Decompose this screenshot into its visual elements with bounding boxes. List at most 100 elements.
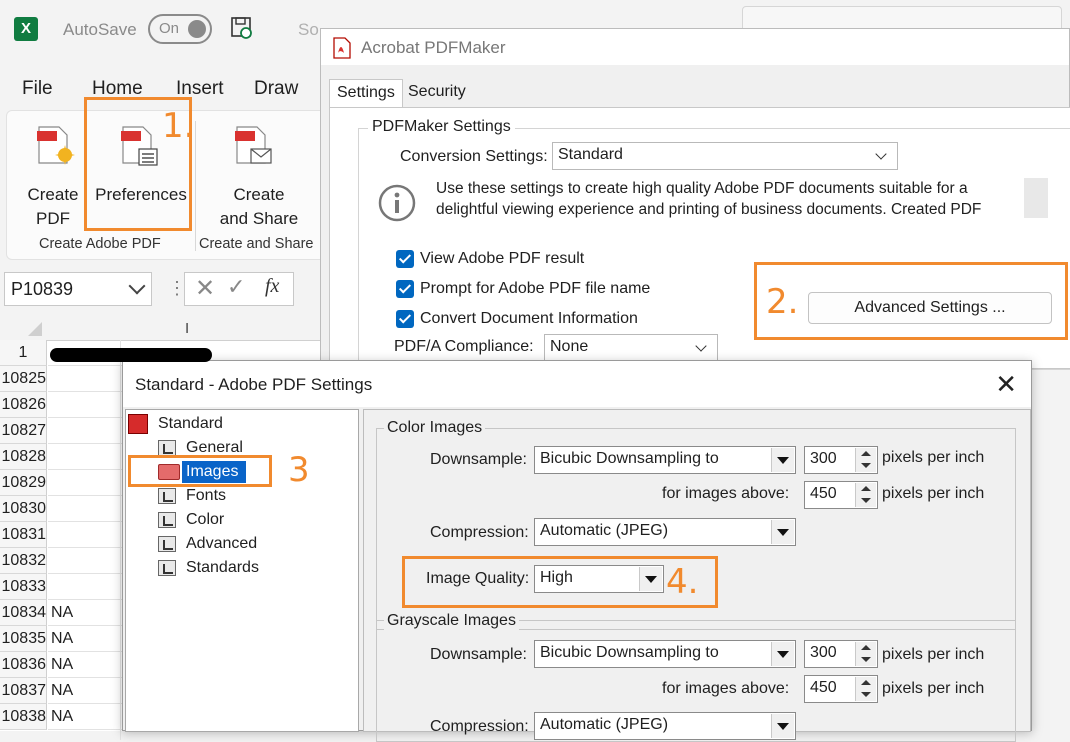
autosave-state: On <box>159 20 180 37</box>
row-header[interactable]: 10838 <box>0 704 47 730</box>
spin-down-icon[interactable] <box>855 689 876 701</box>
description-scrollbar[interactable] <box>1024 178 1048 218</box>
chevron-down-icon <box>695 340 707 352</box>
create-pdf-icon <box>37 126 75 165</box>
color-compression-select[interactable]: Automatic (JPEG) <box>534 518 796 546</box>
chevron-down-icon <box>875 148 887 160</box>
insert-function-icon[interactable]: fx <box>265 275 279 298</box>
save-icon[interactable] <box>230 16 254 40</box>
color-above-label: for images above: <box>662 485 790 502</box>
confirm-icon[interactable]: ✓ <box>227 274 245 300</box>
row-header[interactable]: 10833 <box>0 574 47 600</box>
menu-file[interactable]: File <box>22 78 53 100</box>
gray-downsample-select[interactable]: Bicubic Downsampling to <box>534 640 796 668</box>
spin-up-icon[interactable] <box>855 642 876 654</box>
chevron-down-icon[interactable] <box>128 277 146 295</box>
pdfa-compliance-select[interactable]: None <box>544 334 718 362</box>
color-ppi-value: 300 <box>810 450 837 467</box>
select-all-corner[interactable] <box>28 322 42 336</box>
dropdown-arrow-icon[interactable] <box>771 520 794 544</box>
annotation-box-2 <box>754 262 1068 340</box>
excel-logo-icon: X <box>14 17 38 41</box>
color-compression-label: Compression: <box>430 524 529 541</box>
color-compression-value: Automatic (JPEG) <box>540 522 669 539</box>
row-header[interactable]: 10837 <box>0 678 47 704</box>
gray-above-label: for images above: <box>662 680 790 697</box>
color-ppi-spinner[interactable]: 300 <box>804 446 878 474</box>
grayscale-images-title: Grayscale Images <box>384 612 519 630</box>
row-header[interactable]: 10835 <box>0 626 47 652</box>
tab-settings[interactable]: Settings <box>329 79 403 108</box>
checkbox-view-result[interactable] <box>396 250 414 268</box>
row-header[interactable]: 10828 <box>0 444 47 470</box>
checkbox-prompt-filename[interactable] <box>396 280 414 298</box>
column-header-i[interactable]: I <box>185 320 189 337</box>
menu-draw[interactable]: Draw <box>254 78 298 100</box>
row-header[interactable]: 10826 <box>0 392 47 418</box>
conversion-settings-label: Conversion Settings: <box>400 148 548 165</box>
row-header[interactable]: 10834 <box>0 600 47 626</box>
row-header[interactable]: 10831 <box>0 522 47 548</box>
gray-downsample-value: Bicubic Downsampling to <box>540 644 719 661</box>
gray-ppi-spinner[interactable]: 300 <box>804 640 878 668</box>
tree-item-color[interactable]: Color <box>186 511 224 529</box>
description-line-1: Use these settings to create high qualit… <box>436 180 968 197</box>
pdfa-compliance-value: None <box>550 338 589 355</box>
row-header[interactable]: 10829 <box>0 470 47 496</box>
pdfa-compliance-label: PDF/A Compliance: <box>394 338 534 355</box>
spin-up-icon[interactable] <box>855 677 876 689</box>
conversion-settings-select[interactable]: Standard <box>552 142 898 170</box>
gray-ppi-unit: pixels per inch <box>882 646 985 663</box>
color-above-value: 450 <box>810 485 837 502</box>
color-above-spinner[interactable]: 450 <box>804 481 878 509</box>
spin-up-icon[interactable] <box>855 448 876 460</box>
spin-down-icon[interactable] <box>855 654 876 666</box>
create-pdf-button[interactable]: Create PDF <box>25 123 85 228</box>
row-header[interactable]: 10825 <box>0 366 47 392</box>
row-header[interactable]: 10827 <box>0 418 47 444</box>
gray-above-unit: pixels per inch <box>882 680 985 697</box>
node-icon <box>158 440 176 456</box>
row-header[interactable]: 10832 <box>0 548 47 574</box>
acrobat-icon <box>333 37 351 59</box>
name-box[interactable]: P10839 <box>4 272 152 306</box>
create-share-label-1: Create <box>233 185 285 204</box>
create-share-icon <box>235 126 272 164</box>
gray-compression-select[interactable]: Automatic (JPEG) <box>534 712 796 740</box>
tree-item-advanced[interactable]: Advanced <box>186 535 257 553</box>
spin-down-icon[interactable] <box>855 495 876 507</box>
create-share-label-2: and Share <box>219 209 299 228</box>
gray-ppi-value: 300 <box>810 644 837 661</box>
spin-up-icon[interactable] <box>855 483 876 495</box>
cancel-icon[interactable]: ✕ <box>195 274 215 303</box>
color-downsample-select[interactable]: Bicubic Downsampling to <box>534 446 796 474</box>
adobe-pdf-settings-dialog: Standard - Adobe PDF Settings ✕ Standard… <box>122 360 1032 742</box>
annotation-box-3 <box>128 455 272 487</box>
gray-above-spinner[interactable]: 450 <box>804 675 878 703</box>
description-line-2: delightful viewing experience and printi… <box>436 201 982 218</box>
spin-down-icon[interactable] <box>855 460 876 472</box>
tree-item-standards[interactable]: Standards <box>186 559 259 577</box>
ribbon-separator <box>195 121 196 251</box>
checkbox-convert-doc-info[interactable] <box>396 310 414 328</box>
row-header[interactable]: 10836 <box>0 652 47 678</box>
info-icon <box>378 184 416 222</box>
tree-item-standard[interactable]: Standard <box>158 415 223 433</box>
dropdown-arrow-icon[interactable] <box>771 642 794 666</box>
pdfmaker-titlebar: Acrobat PDFMaker <box>321 29 1069 65</box>
row-header[interactable]: 1 <box>0 340 47 366</box>
dropdown-arrow-icon[interactable] <box>771 714 794 738</box>
row-header[interactable]: 10830 <box>0 496 47 522</box>
gray-downsample-label: Downsample: <box>430 646 527 663</box>
autosave-toggle[interactable]: On <box>148 14 212 44</box>
create-and-share-button[interactable]: Create and Share <box>211 123 307 228</box>
annotation-step-4: 4. <box>666 562 699 602</box>
tab-security[interactable]: Security <box>401 79 475 107</box>
dropdown-arrow-icon[interactable] <box>771 448 794 472</box>
gray-compression-value: Automatic (JPEG) <box>540 716 669 733</box>
tree-item-fonts[interactable]: Fonts <box>186 487 226 505</box>
close-icon[interactable]: ✕ <box>995 369 1017 400</box>
color-downsample-value: Bicubic Downsampling to <box>540 450 719 467</box>
autosave-label: AutoSave <box>63 20 137 39</box>
group-label-create-adobe-pdf: Create Adobe PDF <box>39 236 161 252</box>
